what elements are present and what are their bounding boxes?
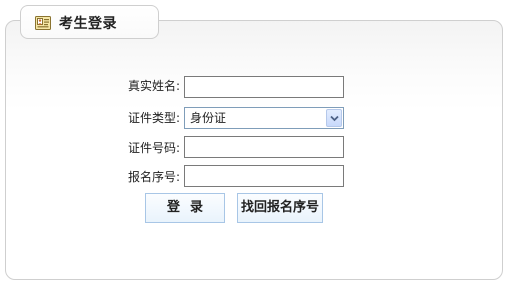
id-number-label: 证件号码: xyxy=(127,141,180,155)
reg-number-label: 报名序号: xyxy=(127,170,180,184)
real-name-label: 真实姓名: xyxy=(127,79,180,93)
panel-title: 考生登录 xyxy=(59,16,117,32)
id-type-select[interactable]: 身份证 xyxy=(184,107,344,129)
id-card-icon xyxy=(35,15,51,31)
id-type-label: 证件类型: xyxy=(127,111,180,125)
chevron-down-icon[interactable] xyxy=(326,109,342,127)
reg-number-input[interactable] xyxy=(184,165,344,187)
retrieve-reg-number-button[interactable]: 找回报名序号 xyxy=(237,193,323,223)
id-type-selected-value: 身份证 xyxy=(190,111,227,125)
login-button[interactable]: 登录 xyxy=(145,193,225,223)
id-number-input[interactable] xyxy=(184,136,344,158)
panel-title-tab: 考生登录 xyxy=(20,5,159,39)
real-name-input[interactable] xyxy=(184,76,344,98)
